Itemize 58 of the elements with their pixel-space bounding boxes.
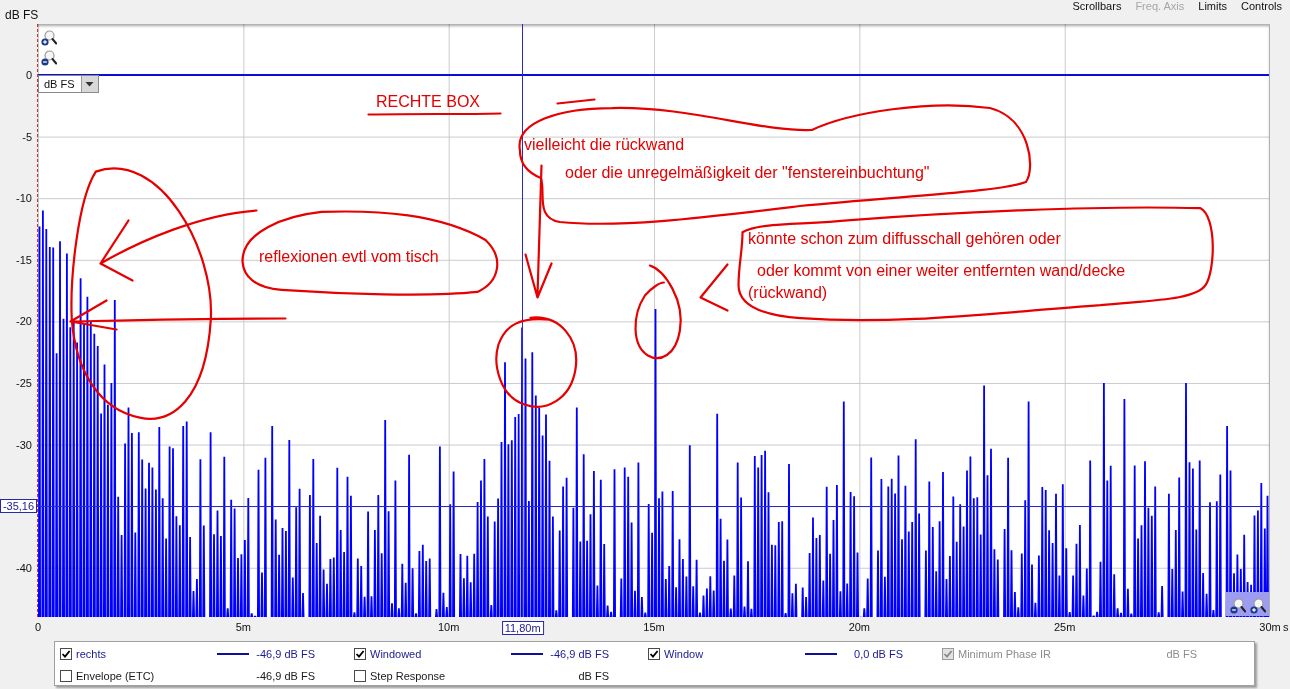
axis-tick-label: -15 xyxy=(16,252,32,267)
legend-label: Envelope (ETC) xyxy=(76,669,156,682)
annotation-text: vielleicht die rückwand xyxy=(524,136,685,154)
axis-unit-label: dB FS xyxy=(4,7,39,22)
annotation-text: reflexionen evtl vom tisch xyxy=(259,248,439,266)
legend-reading: -46,9 dB FS xyxy=(255,669,315,682)
cursor-readout: -35,16 xyxy=(0,499,37,514)
legend-label: rechts xyxy=(76,647,107,660)
axis-tick-label: 5m xyxy=(235,621,251,634)
axis-tick-label: 15m xyxy=(643,621,665,634)
unit-dropdown[interactable]: dB FS xyxy=(38,75,99,93)
checkbox[interactable] xyxy=(60,669,72,682)
zoom-out-icon[interactable] xyxy=(1230,598,1246,614)
checkbox[interactable] xyxy=(60,647,72,660)
checkbox[interactable] xyxy=(354,669,366,682)
axis-tick-label: -25 xyxy=(16,376,32,390)
toolbar-button[interactable]: Limits xyxy=(1198,0,1228,12)
annotation-text: oder die unregelmäßigkeit der "fenstereinbuchtung" xyxy=(565,164,930,182)
line-swatch-icon xyxy=(217,652,249,655)
annotation-title: RECHTE BOX xyxy=(376,93,480,111)
axis-tick-label: 0 xyxy=(25,68,32,82)
axis-tick-label: -20 xyxy=(16,314,32,329)
annotation-text: könnte schon zum diffusschall gehören oder xyxy=(748,230,1061,248)
legend-reading: dB FS xyxy=(577,669,609,682)
zoom-in-icon[interactable] xyxy=(1250,598,1266,614)
caret-icon xyxy=(81,76,98,92)
legend-label: Minimum Phase IR xyxy=(958,647,1052,660)
cursor-line-horizontal[interactable] xyxy=(37,505,1269,507)
legend-reading: 0,0 dB FS xyxy=(853,647,903,660)
axis-tick-label: 0 xyxy=(34,621,42,634)
zoom-in-icon[interactable] xyxy=(41,30,57,46)
annotation-text: (rückwand) xyxy=(748,284,828,302)
axis-tick-label: -10 xyxy=(16,191,32,206)
cursor-line-vertical[interactable] xyxy=(522,24,524,617)
axis-tick-label: -40 xyxy=(16,560,32,575)
axis-tick-label: -30 xyxy=(16,437,32,452)
axis-tick-label: -5 xyxy=(22,129,32,144)
line-swatch-icon xyxy=(511,652,543,655)
legend-label: Step Response xyxy=(370,669,447,682)
axis-tick-label: 30m xyxy=(1259,621,1281,634)
toolbar-button[interactable]: Controls xyxy=(1241,0,1282,12)
legend-reading: -46,9 dB FS xyxy=(255,647,315,660)
annotation-stroke xyxy=(555,97,596,105)
line-swatch-icon xyxy=(805,652,837,655)
axis-tick-label: 10m xyxy=(437,621,460,634)
legend-reading: -46,9 dB FS xyxy=(549,647,609,660)
legend-label: Windowed xyxy=(370,647,423,660)
checkbox[interactable] xyxy=(354,647,366,660)
axis-unit-label: s xyxy=(1283,621,1289,634)
axis-tick-label: 20m xyxy=(848,621,871,634)
annotation-text: oder kommt von einer weiter entfernten wand/decke xyxy=(757,262,1126,280)
checkbox[interactable] xyxy=(648,647,660,660)
zoom-out-icon[interactable] xyxy=(41,50,57,66)
legend-label: Window xyxy=(664,647,705,660)
toolbar-button[interactable]: Scrollbars xyxy=(1072,0,1122,12)
cursor-readout: 11,80m xyxy=(501,621,544,635)
legend-reading: dB FS xyxy=(1165,647,1197,660)
axis-tick-label: 25m xyxy=(1053,621,1076,634)
